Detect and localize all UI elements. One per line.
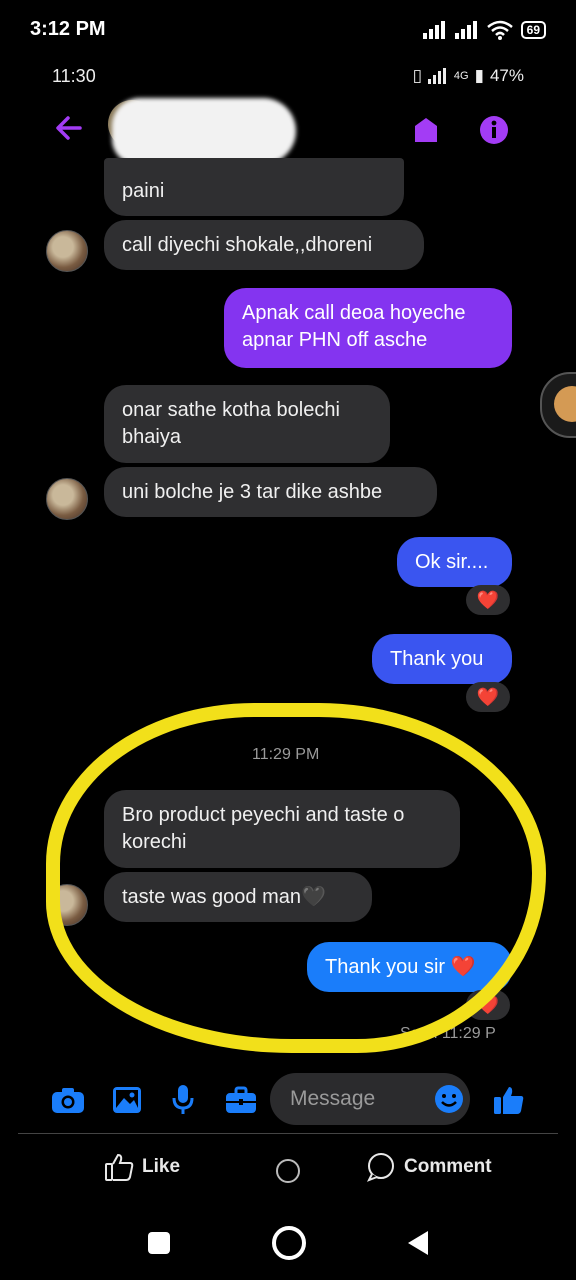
image-icon bbox=[113, 1087, 141, 1113]
message-bubble[interactable]: Bro product peyechi and taste o korechi bbox=[104, 790, 460, 868]
overlay-circle-icon bbox=[276, 1159, 300, 1183]
info-icon bbox=[480, 116, 508, 144]
inner-status-icons: ▯ 4G ▮ 47% bbox=[413, 66, 524, 86]
emoji-icon[interactable] bbox=[434, 1084, 464, 1114]
message-bubble[interactable]: call diyechi shokale,,dhoreni bbox=[104, 220, 424, 270]
heart-reaction[interactable]: ❤️ bbox=[466, 682, 510, 712]
message-bubble[interactable]: paini bbox=[104, 158, 404, 216]
sender-avatar bbox=[46, 884, 88, 926]
message-field[interactable] bbox=[270, 1073, 470, 1125]
tag-button[interactable] bbox=[412, 116, 440, 144]
wifi-icon bbox=[486, 20, 513, 40]
gallery-button[interactable] bbox=[110, 1083, 144, 1117]
inner-status-time: 11:30 bbox=[52, 66, 96, 86]
camera-icon bbox=[52, 1088, 84, 1113]
message-bubble[interactable]: onar sathe kotha bolechi bhaiya bbox=[104, 385, 390, 463]
comment-bubble-icon bbox=[366, 1153, 394, 1182]
vibrate-icon: ▯ bbox=[412, 66, 422, 85]
microphone-icon bbox=[172, 1085, 194, 1114]
comment-label: Comment bbox=[404, 1156, 492, 1177]
chat-head-avatar bbox=[554, 386, 576, 422]
status-time: 3:12 PM bbox=[30, 18, 106, 40]
message-bubble[interactable]: Apnak call deoa hoyeche apnar PHN off as… bbox=[224, 288, 512, 368]
signal-icon bbox=[422, 21, 445, 39]
sender-avatar bbox=[46, 478, 88, 520]
chat-head-bubble[interactable] bbox=[540, 372, 576, 438]
message-bubble[interactable]: Ok sir.... bbox=[397, 537, 512, 587]
tag-icon bbox=[415, 118, 437, 142]
redacted-contact-name bbox=[112, 98, 296, 164]
like-action[interactable]: Like bbox=[104, 1152, 180, 1182]
battery-icon: ▮ bbox=[474, 66, 484, 85]
thumbs-up-outline-icon bbox=[105, 1153, 134, 1181]
message-bubble[interactable]: taste was good man🖤 bbox=[104, 872, 372, 922]
business-tools-button[interactable] bbox=[224, 1083, 258, 1117]
message-input[interactable] bbox=[288, 1086, 422, 1112]
sender-avatar bbox=[46, 230, 88, 272]
inner-battery-text: 47% bbox=[489, 66, 524, 85]
message-bubble[interactable]: uni bolche je 3 tar dike ashbe bbox=[104, 467, 437, 517]
battery-indicator: 69 bbox=[520, 21, 546, 39]
voice-button[interactable] bbox=[166, 1083, 200, 1117]
info-button[interactable] bbox=[480, 116, 508, 144]
seen-status: Seen 11:29 P bbox=[400, 1025, 496, 1042]
camera-button[interactable] bbox=[51, 1083, 85, 1117]
heart-reaction[interactable]: ❤️ bbox=[466, 990, 510, 1020]
message-bubble[interactable]: Thank you bbox=[372, 634, 512, 684]
briefcase-icon bbox=[226, 1086, 256, 1113]
comment-action[interactable]: Comment bbox=[366, 1152, 492, 1182]
network-type: 4G bbox=[453, 70, 469, 82]
home-button[interactable] bbox=[272, 1226, 306, 1260]
signal-icon bbox=[454, 21, 477, 39]
back-button[interactable] bbox=[54, 113, 84, 148]
signal-icon bbox=[427, 68, 446, 84]
recents-button[interactable] bbox=[148, 1232, 170, 1254]
back-arrow-icon bbox=[56, 116, 82, 140]
heart-reaction[interactable]: ❤️ bbox=[466, 585, 510, 615]
timestamp-divider: 11:29 PM bbox=[252, 746, 320, 763]
back-triangle-icon bbox=[408, 1231, 428, 1255]
like-label: Like bbox=[142, 1156, 181, 1177]
like-thumb-button[interactable] bbox=[492, 1083, 526, 1117]
thumbs-up-icon bbox=[494, 1087, 524, 1114]
status-icons: 69 bbox=[422, 20, 546, 40]
divider bbox=[18, 1133, 558, 1134]
message-bubble[interactable]: Thank you sir ❤️ bbox=[307, 942, 512, 992]
back-nav-button[interactable] bbox=[406, 1230, 430, 1261]
